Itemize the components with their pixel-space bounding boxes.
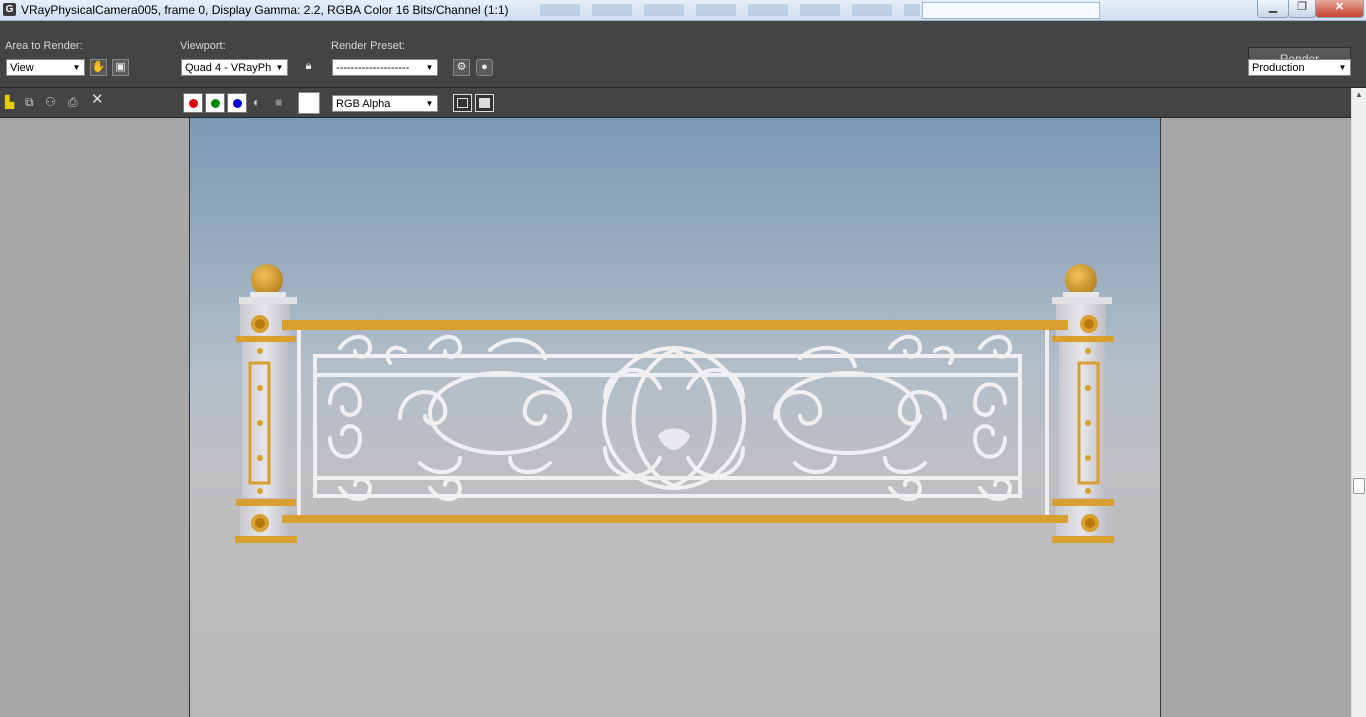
right-post [1052,264,1114,543]
center-shell-ornament [658,428,690,450]
chevron-down-icon: ▼ [425,63,434,72]
area-to-render-dropdown[interactable]: View ▼ [6,59,85,76]
left-post [235,264,297,543]
channel-display-value: RGB Alpha [336,98,391,110]
area-to-render-label: Area to Render: [5,40,83,52]
bottom-rail [282,515,1068,523]
railing-render [235,264,1114,543]
red-channel-toggle[interactable] [183,93,203,113]
render-preset-dropdown[interactable]: -------------------- ▼ [332,59,438,76]
clone-frame-window-icon[interactable]: ⚇ [45,96,56,108]
title-bar: G VRayPhysicalCamera005, frame 0, Displa… [0,0,1366,21]
red-dot-icon [189,99,198,108]
save-image-icon[interactable]: ▙ [5,96,14,108]
blue-dot-icon [233,99,242,108]
viewport-value: Quad 4 - VRayPh [185,62,272,74]
display-mode-button-2[interactable] [475,94,494,112]
area-to-render-value: View [10,62,34,74]
maximize-button[interactable]: ❐ [1288,0,1316,18]
display-mode-button-1[interactable] [453,94,472,112]
green-channel-toggle[interactable] [205,93,225,113]
render-preset-value: -------------------- [336,62,410,74]
background-window-tabs [540,4,920,16]
viewport-dropdown[interactable]: Quad 4 - VRayPh ▼ [181,59,288,76]
chevron-down-icon: ▼ [72,63,81,72]
environment-effects-icon[interactable]: ● [476,59,493,76]
blue-channel-toggle[interactable] [227,93,247,113]
edit-region-icon[interactable]: ✋ [90,59,107,76]
chevron-down-icon: ▼ [425,99,434,108]
top-rail [282,320,1068,330]
viewport-label: Viewport: [180,40,226,52]
scroll-up-arrow-icon[interactable]: ▲ [1352,88,1366,102]
color-swatch[interactable] [298,92,320,114]
close-button[interactable]: ✕ [1315,0,1364,18]
green-dot-icon [211,99,220,108]
chevron-down-icon: ▼ [1338,63,1347,72]
render-mode-value: Production [1252,62,1305,74]
clear-icon[interactable]: ✕ [91,92,104,107]
render-controls-toolbar: Area to Render: View ▼ ✋ ▣ Viewport: Qua… [0,21,1366,88]
monochrome-toggle-icon[interactable]: ■ [275,96,282,108]
render-setup-icon[interactable]: ⚙ [453,59,470,76]
print-image-icon[interactable]: ⎙ [68,96,78,108]
window-title: VRayPhysicalCamera005, frame 0, Display … [21,3,509,17]
left-finial-ball [251,264,283,296]
rendered-image [189,118,1161,717]
auto-region-icon[interactable]: ▣ [112,59,129,76]
render-mode-dropdown[interactable]: Production ▼ [1248,59,1351,76]
copy-image-icon[interactable]: ⧉ [25,96,34,108]
lock-viewport-icon[interactable]: 🔒︎ [300,59,317,76]
render-preset-label: Render Preset: [331,40,405,52]
background-search-field [922,2,1100,19]
vertical-scrollbar[interactable]: ▲ [1351,88,1366,717]
scrollbar-thumb[interactable] [1353,478,1365,494]
app-icon[interactable]: G [3,3,16,16]
minimize-button[interactable]: ▁ [1257,0,1289,18]
ironwork-panel [313,334,1022,502]
right-finial-ball [1065,264,1097,296]
chevron-down-icon: ▼ [275,63,284,72]
frame-icon [457,98,468,108]
channel-display-dropdown[interactable]: RGB Alpha ▼ [332,95,438,112]
alpha-toggle-icon[interactable]: ◐ [253,96,260,108]
filled-frame-icon [479,98,490,108]
frame-buffer-toolbar: ▙ ⧉ ⚇ ⎙ ✕ ◐ ■ RGB Alpha ▼ [0,88,1366,118]
